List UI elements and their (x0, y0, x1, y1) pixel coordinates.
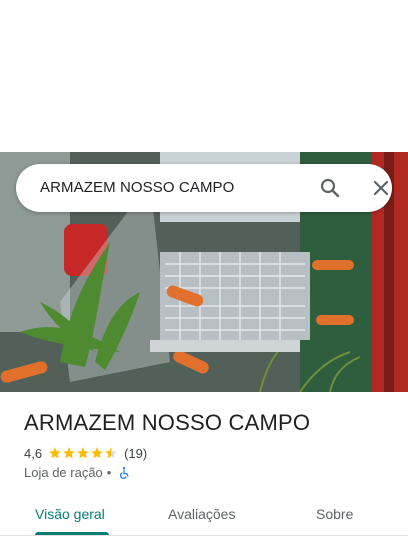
place-title: ARMAZEM NOSSO CAMPO (24, 410, 311, 435)
separator-dot: • (106, 465, 112, 480)
star-icon (49, 447, 61, 459)
rating-stars (48, 446, 118, 460)
wheelchair-accessible-icon (120, 466, 130, 479)
search-bar[interactable]: ARMAZEM NOSSO CAMPO (16, 164, 392, 212)
tab-about[interactable]: Sobre (316, 506, 353, 522)
rating-row[interactable]: 4,6 (19) (24, 445, 147, 461)
close-icon[interactable] (369, 176, 393, 200)
search-input[interactable]: ARMAZEM NOSSO CAMPO (40, 179, 234, 196)
search-icon[interactable] (318, 176, 342, 200)
tab-bar: Visão geral Avaliações Sobre (0, 496, 408, 536)
star-half-icon (105, 447, 117, 459)
category-row: Loja de ração • (24, 465, 131, 480)
tab-reviews[interactable]: Avaliações (168, 506, 235, 522)
star-icon (91, 447, 103, 459)
review-count[interactable]: (19) (124, 446, 147, 461)
category-label: Loja de ração (24, 465, 103, 480)
map-area (0, 0, 408, 152)
rating-value: 4,6 (24, 445, 43, 461)
tabs-divider (0, 535, 408, 536)
star-icon (77, 447, 89, 459)
tab-overview[interactable]: Visão geral (35, 506, 105, 522)
star-icon (63, 447, 75, 459)
